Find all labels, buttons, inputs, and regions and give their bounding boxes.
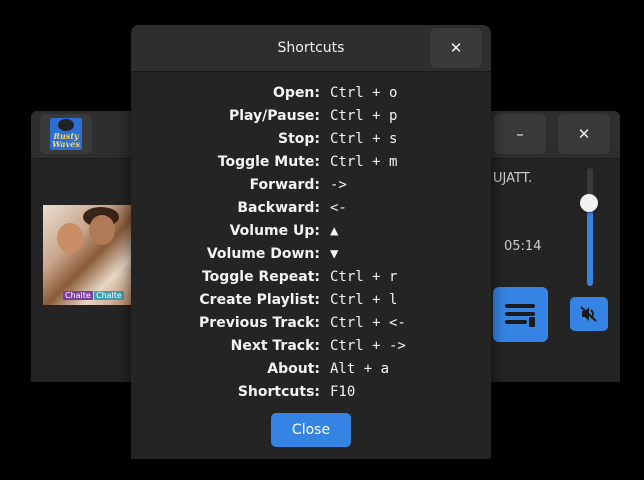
shortcut-keys: Ctrl + o bbox=[330, 85, 398, 101]
shortcut-keys: -> bbox=[330, 177, 347, 193]
shortcut-keys: Ctrl + r bbox=[330, 269, 398, 285]
shortcut-row: Create Playlist: Ctrl + l bbox=[131, 289, 491, 312]
shortcut-keys: F10 bbox=[330, 384, 356, 400]
shortcut-row: Stop: Ctrl + s bbox=[131, 128, 491, 151]
shortcut-label: Backward: bbox=[237, 200, 320, 216]
album-art: Chalte Chalte bbox=[43, 205, 131, 305]
logo-text-line2: Waves bbox=[52, 139, 80, 149]
shortcut-row: Open: Ctrl + o bbox=[131, 82, 491, 105]
mute-toggle-button[interactable] bbox=[570, 297, 608, 331]
shortcut-label: Volume Up: bbox=[229, 223, 320, 239]
dialog-header-bar: Shortcuts ✕ bbox=[131, 25, 491, 72]
minimize-icon: – bbox=[516, 125, 524, 143]
muted-speaker-icon bbox=[580, 306, 597, 322]
shortcut-row: Previous Track: Ctrl + <- bbox=[131, 312, 491, 335]
volume-slider-fill bbox=[587, 203, 593, 286]
playlist-button[interactable] bbox=[493, 287, 548, 342]
shortcut-label: Next Track: bbox=[230, 338, 320, 354]
shortcut-keys: Ctrl + l bbox=[330, 292, 398, 308]
shortcut-keys: ▲ bbox=[330, 223, 339, 239]
shortcut-label: Volume Down: bbox=[206, 246, 320, 262]
shortcut-keys: Ctrl + s bbox=[330, 131, 398, 147]
shortcut-row: Toggle Mute: Ctrl + m bbox=[131, 151, 491, 174]
close-button[interactable]: Close bbox=[271, 413, 351, 447]
shortcut-label: Previous Track: bbox=[199, 315, 320, 331]
track-title: UJATT. bbox=[493, 171, 533, 186]
dialog-close-x-button[interactable]: ✕ bbox=[430, 28, 482, 68]
shortcut-row: Toggle Repeat: Ctrl + r bbox=[131, 266, 491, 289]
shortcut-row: Next Track: Ctrl + -> bbox=[131, 335, 491, 358]
shortcut-label: Toggle Repeat: bbox=[201, 269, 320, 285]
close-icon: ✕ bbox=[449, 39, 463, 57]
shortcut-keys: <- bbox=[330, 200, 347, 216]
shortcut-label: Create Playlist: bbox=[199, 292, 320, 308]
shortcut-keys: Ctrl + p bbox=[330, 108, 398, 124]
shortcut-row: Backward: <- bbox=[131, 197, 491, 220]
shortcut-keys: Ctrl + -> bbox=[330, 338, 406, 354]
shortcut-label: About: bbox=[267, 361, 320, 377]
shortcut-row: Forward: -> bbox=[131, 174, 491, 197]
shortcut-row: Volume Down: ▼ bbox=[131, 243, 491, 266]
shortcut-list: Open: Ctrl + o Play/Pause: Ctrl + p Stop: Ctr… bbox=[131, 82, 491, 404]
shortcut-row: Volume Up: ▲ bbox=[131, 220, 491, 243]
close-icon: ✕ bbox=[577, 125, 591, 143]
volume-slider-track[interactable] bbox=[587, 168, 593, 286]
album-art-text-2: Chalte bbox=[94, 291, 124, 300]
shortcut-keys: ▼ bbox=[330, 246, 339, 262]
shortcut-keys: Ctrl + m bbox=[330, 154, 398, 170]
shortcut-row: Play/Pause: Ctrl + p bbox=[131, 105, 491, 128]
shortcut-label: Forward: bbox=[249, 177, 320, 193]
album-art-text-1: Chalte bbox=[63, 291, 93, 300]
app-logo-button[interactable]: Rusty Waves bbox=[40, 114, 92, 154]
minimize-button[interactable]: – bbox=[494, 114, 546, 154]
rusty-waves-logo-icon: Rusty Waves bbox=[50, 118, 82, 150]
shortcut-keys: Ctrl + <- bbox=[330, 315, 406, 331]
shortcut-label: Play/Pause: bbox=[228, 108, 320, 124]
track-duration: 05:14 bbox=[504, 239, 542, 254]
shortcut-keys: Alt + a bbox=[330, 361, 390, 377]
volume-slider-handle[interactable] bbox=[580, 194, 598, 212]
shortcut-label: Shortcuts: bbox=[237, 384, 320, 400]
shortcut-row: Shortcuts: F10 bbox=[131, 381, 491, 404]
shortcut-label: Open: bbox=[273, 85, 320, 101]
shortcut-label: Toggle Mute: bbox=[217, 154, 320, 170]
player-close-button[interactable]: ✕ bbox=[558, 114, 610, 154]
shortcut-label: Stop: bbox=[277, 131, 320, 147]
shortcut-row: About: Alt + a bbox=[131, 358, 491, 381]
shortcuts-dialog: Shortcuts ✕ Open: Ctrl + o Play/Pause: Ctrl… bbox=[131, 25, 491, 459]
